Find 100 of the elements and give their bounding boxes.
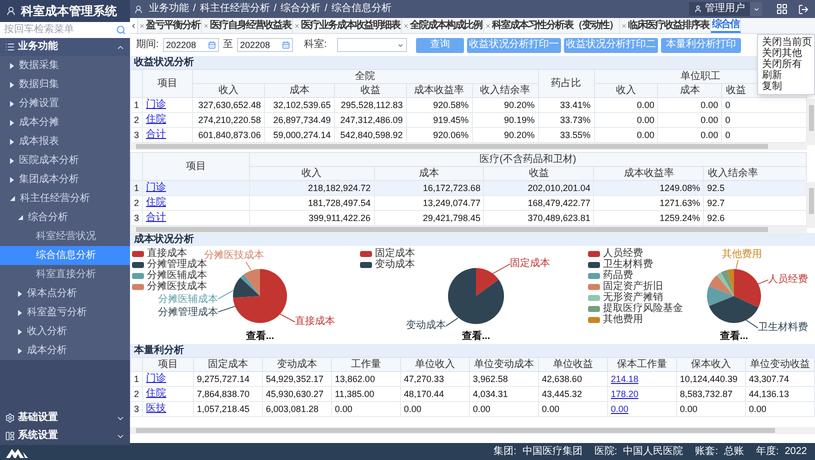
table-row[interactable]: 1 门诊 218,182,924.72 16,172,723.68 202,010,201.04 1249.08% 92.5 — [130, 180, 806, 196]
breadcrumb-item[interactable]: 综合分析 — [280, 3, 321, 15]
close-icon[interactable] — [621, 22, 627, 28]
vertical-scrollbar[interactable] — [807, 182, 815, 228]
menu-item[interactable]: 关闭所有 — [758, 59, 814, 70]
menu-item[interactable]: 成本报表 — [0, 132, 130, 151]
view-more-link[interactable]: 查看... — [462, 331, 490, 343]
breadcrumb-item[interactable]: 科主任经营分析 — [200, 3, 270, 15]
legend-label: 固定资产折旧 — [603, 281, 663, 292]
table-cell: 0.00 — [331, 402, 400, 416]
tab[interactable]: 综合信 — [711, 18, 741, 33]
column-header: 工作量 — [331, 358, 400, 372]
view-more-link[interactable]: 查看... — [720, 331, 748, 343]
status-value: 中国人民医院 — [623, 446, 684, 458]
vertical-scrollbar[interactable] — [807, 99, 815, 145]
menu-item[interactable]: 关闭其他 — [758, 48, 814, 59]
close-icon[interactable] — [403, 22, 409, 28]
tab[interactable]: 医疗业务成本收益明细表 — [293, 18, 402, 33]
leader-line — [218, 290, 234, 300]
section-title: 本量利分析 — [130, 344, 815, 357]
table-cell: 0.00 — [745, 402, 814, 416]
user-dropdown-button[interactable] — [750, 2, 762, 16]
menu-item[interactable]: 分摊设置 — [0, 94, 130, 113]
leader-line — [492, 264, 510, 274]
menu-item[interactable]: 科主任经营分析 — [0, 189, 130, 208]
legend-label: 直接成本 — [147, 248, 187, 259]
close-icon[interactable] — [203, 22, 209, 28]
menu-item[interactable]: 医院成本分析 — [0, 151, 130, 170]
column-header: 收入 — [249, 166, 374, 180]
breadcrumb-item[interactable]: 业务功能 — [149, 3, 189, 15]
leader-line — [246, 262, 252, 270]
status-label: 年度: — [756, 446, 779, 458]
table-cell: 6,003,081.28 — [262, 402, 332, 416]
grid-icon[interactable] — [776, 3, 788, 15]
column-header: 成本 — [658, 84, 722, 98]
tab-scroll-left-button[interactable] — [130, 18, 138, 33]
breadcrumb-separator: / — [324, 3, 328, 15]
column-header: 成本收益率 — [406, 84, 472, 98]
date-field[interactable]: 202208 — [237, 38, 293, 52]
tab[interactable]: 全院成本构成比例 — [402, 18, 484, 33]
table-row[interactable]: 2 住院 181,728,497.54 13,249,074.77 168,479,422.77 1271.63% 92.7 — [130, 196, 806, 210]
user-icon — [134, 4, 143, 14]
column-header: 收入结余率 — [472, 84, 538, 98]
item-link[interactable]: 合计 — [146, 212, 166, 223]
column-header: 变动成本 — [262, 358, 332, 372]
slice-label: 固定成本 — [510, 258, 550, 269]
column-header: 成本 — [264, 84, 334, 98]
menu-item[interactable]: 数据归集 — [0, 75, 130, 94]
column-header: 保本收入 — [676, 358, 746, 372]
item-link[interactable]: 住院 — [146, 197, 166, 208]
column-header: 单位变动成本 — [469, 358, 538, 372]
legend-label: 分摊医辅成本 — [147, 270, 207, 281]
tab[interactable]: 科室成本习性分析表（变动性） — [484, 18, 620, 33]
breadcrumb-item[interactable]: 综合信息分析 — [331, 3, 392, 15]
horizontal-scrollbar[interactable] — [130, 427, 815, 434]
menu-item[interactable]: 数据采集 — [0, 56, 130, 75]
horizontal-scrollbar[interactable] — [130, 226, 807, 233]
menu-item[interactable]: 科室盈亏分析 — [0, 303, 130, 322]
tab[interactable]: 医疗自身经营收益表 — [202, 18, 293, 33]
field-label: 至 — [222, 39, 234, 51]
column-header: 项目 — [142, 152, 250, 180]
menu-item[interactable]: 科室直接分析 — [0, 265, 130, 284]
breadcrumb-separator: / — [193, 3, 196, 15]
menu-item[interactable]: 成本分摊 — [0, 113, 130, 132]
status-value: 2022 — [784, 446, 807, 458]
table-cell: 0.00 — [538, 402, 608, 416]
table-cell: 0.00 — [676, 402, 746, 416]
slice-label: 分摊医技成本 — [204, 250, 264, 261]
user-menu-button[interactable]: 管理用户 — [689, 2, 750, 16]
table-cell: 0.00 — [400, 402, 470, 416]
column-group-header: 全院 — [192, 70, 538, 84]
menu-item[interactable]: 综合分析 — [0, 208, 130, 227]
menu-section-header[interactable]: 业务功能 — [0, 38, 130, 56]
slice-label: 其他费用 — [722, 249, 762, 260]
logout-icon[interactable] — [798, 4, 809, 14]
menu-item[interactable]: 科室经营状况 — [0, 227, 130, 246]
column-header: 保本工作量 — [607, 358, 676, 372]
section-title: 成本状况分析 — [130, 233, 815, 246]
view-more-link[interactable]: 查看... — [246, 331, 274, 343]
tab[interactable]: 盈亏平衡分析 — [138, 18, 202, 33]
menu-item[interactable]: 收入分析 — [0, 322, 130, 341]
table-row[interactable]: 3 合计 399,911,422.26 29,421,798.45 370,489,623.81 1259.24% 92.6 — [130, 210, 806, 226]
value-link[interactable]: 0.00 — [610, 404, 628, 414]
search-icon — [116, 25, 126, 35]
leader-line — [736, 260, 738, 270]
horizontal-scrollbar[interactable] — [130, 143, 807, 150]
menu-item[interactable]: 关闭当前页 — [758, 37, 814, 48]
close-icon[interactable] — [139, 22, 145, 28]
legend-label: 药品费 — [603, 270, 633, 281]
close-icon[interactable] — [294, 22, 300, 28]
app-title: 科室成本管理系统 — [21, 5, 117, 17]
column-header: 单位收益 — [538, 358, 608, 372]
item-link[interactable]: 门诊 — [146, 182, 166, 193]
close-icon[interactable] — [485, 22, 491, 28]
date-field[interactable]: 202208 — [163, 38, 219, 52]
menu-item[interactable]: 集团成本分析 — [0, 170, 130, 189]
slice-label: 人员经费 — [768, 274, 808, 285]
column-header: 固定成本 — [193, 358, 262, 372]
menu-item[interactable]: 保本点分析 — [0, 284, 130, 303]
menu-item[interactable]: 成本分析 — [0, 341, 130, 360]
